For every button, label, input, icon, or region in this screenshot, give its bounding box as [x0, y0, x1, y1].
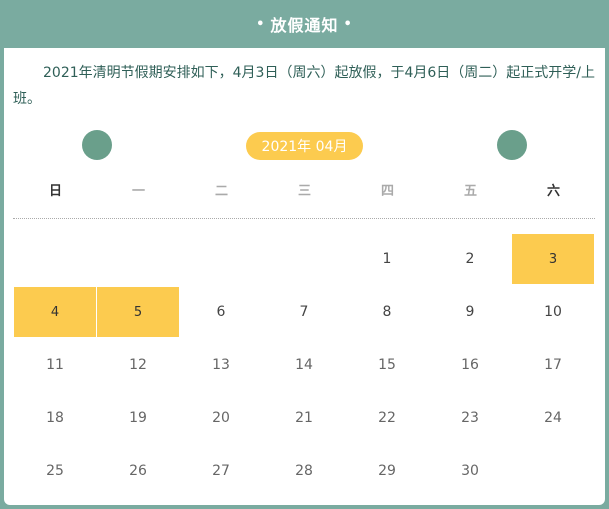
day-cell[interactable]: 11	[14, 340, 96, 390]
day-cell[interactable]: 1	[346, 234, 428, 284]
weekday-fri: 五	[463, 184, 477, 199]
day-cell[interactable]: 27	[180, 446, 262, 496]
weekday-sun: 日	[48, 184, 62, 199]
prev-month-button[interactable]	[82, 130, 112, 160]
day-grid: 1 2 3 4 5 6 7 8 9 10 11 12 13 14 15 16 17 18 19 20 21 22 23 24 2…	[14, 234, 595, 499]
day-cell[interactable]: 30	[429, 446, 511, 496]
day-cell[interactable]: 15	[346, 340, 428, 390]
day-cell[interactable]: 2	[429, 234, 511, 284]
day-cell[interactable]: 28	[263, 446, 345, 496]
holiday-day-cell[interactable]: 4	[14, 287, 96, 337]
day-cell[interactable]: 22	[346, 393, 428, 443]
notice-text: 2021年清明节假期安排如下，4月3日（周六）起放假，于4月6日（周二）起正式开…	[13, 65, 595, 107]
weekday-mon: 一	[131, 184, 145, 199]
day-cell[interactable]: 17	[512, 340, 594, 390]
header-dot-right: •	[343, 16, 353, 32]
weekday-tue: 二	[214, 184, 228, 199]
notice-panel: 2021年清明节假期安排如下，4月3日（周六）起放假，于4月6日（周二）起正式开…	[4, 48, 605, 505]
header-dot-left: •	[256, 16, 266, 32]
next-month-button[interactable]	[497, 130, 527, 160]
day-cell[interactable]: 19	[97, 393, 179, 443]
weekday-header: 日 一 二 三 四 五 六	[14, 180, 595, 200]
day-cell[interactable]: 12	[97, 340, 179, 390]
day-cell[interactable]: 24	[512, 393, 594, 443]
notice-title: 放假通知	[270, 16, 339, 35]
month-label: 2021年 04月	[246, 132, 363, 160]
day-cell[interactable]: 8	[346, 287, 428, 337]
empty-day-cell	[14, 234, 96, 284]
day-cell[interactable]: 26	[97, 446, 179, 496]
day-cell[interactable]: 20	[180, 393, 262, 443]
empty-day-cell	[263, 234, 345, 284]
holiday-notice-card: • 放假通知 • 2021年清明节假期安排如下，4月3日（周六）起放假，于4月6…	[0, 0, 609, 509]
weekday-sat: 六	[546, 184, 560, 199]
weekday-wed: 三	[297, 184, 311, 199]
day-cell[interactable]: 10	[512, 287, 594, 337]
day-cell[interactable]: 23	[429, 393, 511, 443]
day-cell[interactable]: 21	[263, 393, 345, 443]
empty-day-cell	[180, 234, 262, 284]
day-cell[interactable]: 9	[429, 287, 511, 337]
day-cell[interactable]: 14	[263, 340, 345, 390]
weekday-thu: 四	[380, 184, 394, 199]
day-cell[interactable]: 13	[180, 340, 262, 390]
day-cell[interactable]: 29	[346, 446, 428, 496]
weekday-divider	[13, 218, 595, 219]
day-cell[interactable]: 18	[14, 393, 96, 443]
day-cell[interactable]: 25	[14, 446, 96, 496]
empty-day-cell	[97, 234, 179, 284]
holiday-day-cell[interactable]: 5	[97, 287, 179, 337]
day-cell[interactable]: 16	[429, 340, 511, 390]
day-cell[interactable]: 6	[180, 287, 262, 337]
holiday-day-cell[interactable]: 3	[512, 234, 594, 284]
notice-header: • 放假通知 •	[0, 0, 609, 48]
day-cell[interactable]: 7	[263, 287, 345, 337]
